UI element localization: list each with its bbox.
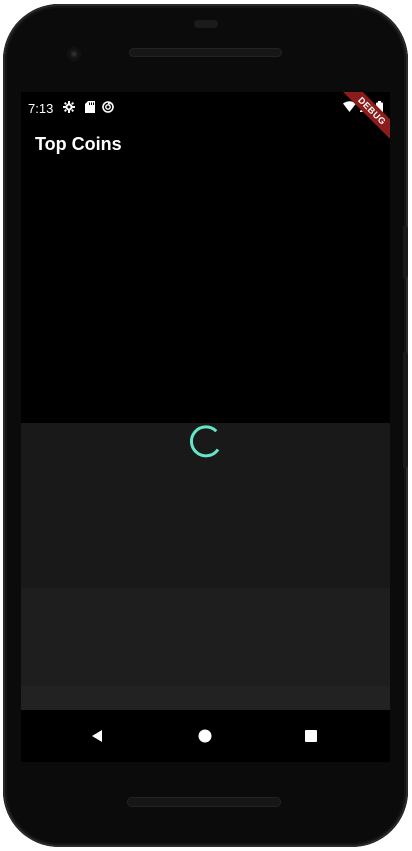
screen: 7:13 DEBUG Top Coins	[21, 92, 390, 762]
navigation-bar	[21, 710, 390, 762]
top-speaker	[129, 48, 282, 57]
bottom-speaker	[127, 797, 281, 807]
status-bar: 7:13	[21, 92, 390, 124]
back-button[interactable]	[85, 724, 109, 748]
home-icon	[198, 729, 212, 743]
back-icon	[92, 730, 102, 742]
recents-button[interactable]	[299, 724, 323, 748]
content-panel-middle	[21, 588, 390, 686]
earpiece	[194, 20, 218, 28]
content-panel-bottom	[21, 686, 390, 710]
sync-icon	[101, 101, 114, 114]
recents-icon	[305, 730, 317, 742]
sd-card-icon	[83, 101, 96, 114]
settings-icon	[62, 101, 75, 114]
volume-button	[403, 226, 408, 278]
status-time: 7:13	[28, 101, 54, 116]
front-camera	[67, 47, 81, 61]
app-bar-title: Top Coins	[35, 134, 122, 154]
power-button	[403, 352, 408, 468]
loading-spinner	[189, 425, 220, 458]
home-button[interactable]	[193, 724, 217, 748]
